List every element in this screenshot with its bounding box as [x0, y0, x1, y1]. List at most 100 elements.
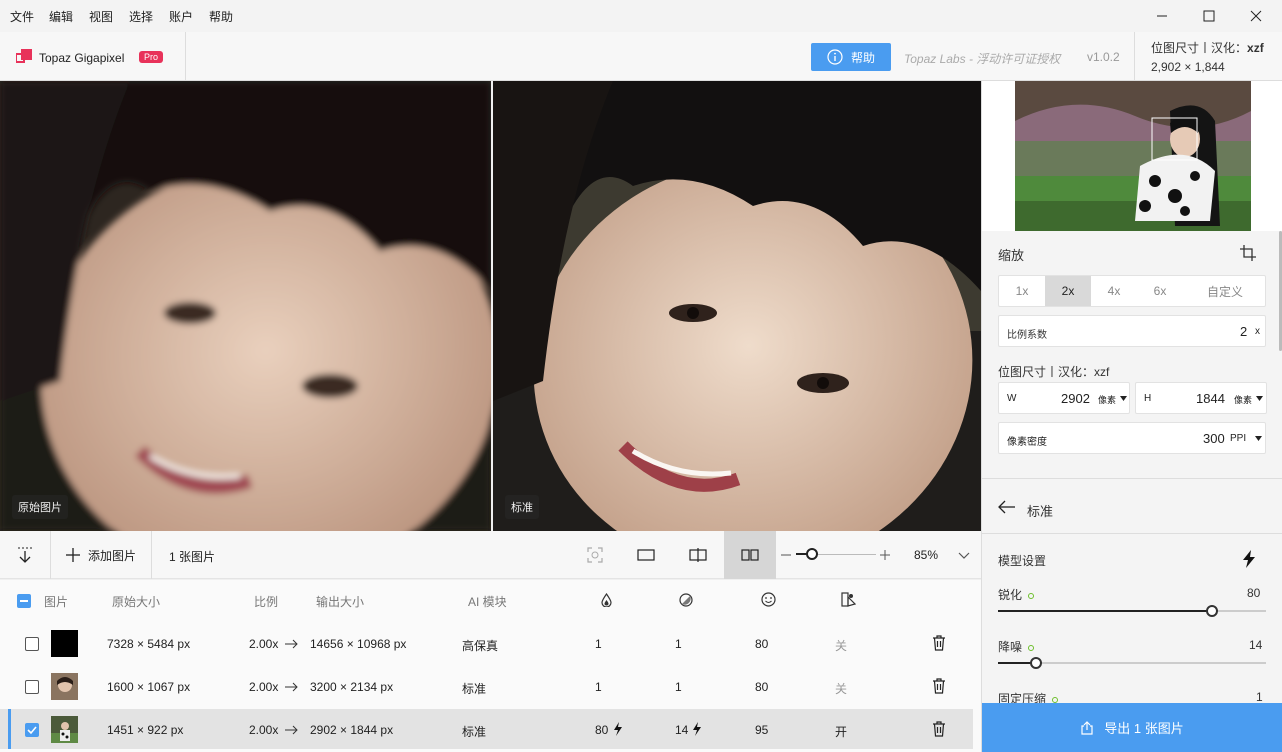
face-column-icon[interactable]: [761, 592, 776, 607]
dims-value: 2,902 × 1,844: [1151, 60, 1225, 74]
lightning-icon[interactable]: [1242, 550, 1256, 568]
share-icon: [1081, 720, 1093, 735]
enhanced-photo: [493, 81, 981, 531]
arrow-right-icon: [285, 682, 298, 692]
row-thumbnail: [51, 673, 78, 700]
denoise-column-icon[interactable]: [679, 593, 693, 607]
height-unit[interactable]: 像素: [1234, 393, 1252, 406]
row-ratio: 2.00x: [249, 680, 279, 694]
zoom-slider-knob[interactable]: [806, 548, 818, 560]
menu-help[interactable]: 帮助: [209, 8, 233, 25]
width-unit[interactable]: 像素: [1098, 393, 1116, 406]
model-title[interactable]: 标准: [1027, 501, 1053, 520]
denoise-slider-knob[interactable]: [1030, 657, 1042, 669]
row-checkbox[interactable]: [25, 637, 39, 651]
single-view-button[interactable]: [624, 531, 668, 579]
original-label: 原始图片: [12, 495, 68, 519]
scale-2x[interactable]: 2x: [1045, 276, 1091, 306]
row-checkbox[interactable]: [25, 680, 39, 694]
image-toolbar: 添加图片 1 张图片 85%: [0, 531, 981, 579]
row-denoise: 1: [675, 680, 682, 694]
scale-6x[interactable]: 6x: [1137, 276, 1183, 306]
width-field[interactable]: W 2902 像素: [998, 382, 1130, 414]
zoom-in-icon[interactable]: [879, 549, 891, 561]
minimize-icon: [1157, 15, 1167, 17]
col-ratio[interactable]: 比例: [254, 593, 278, 610]
trash-icon[interactable]: [932, 721, 946, 737]
original-image-panel[interactable]: 原始图片: [0, 81, 491, 531]
menu-select[interactable]: 选择: [129, 8, 153, 25]
table-row[interactable]: 7328 × 5484 px 2.00x 14656 × 10968 px 高保…: [0, 623, 973, 663]
menu-file[interactable]: 文件: [10, 8, 34, 25]
preview-image-panel[interactable]: 标准: [493, 81, 981, 531]
select-all-checkbox[interactable]: [17, 594, 31, 608]
scale-custom[interactable]: 自定义: [1183, 276, 1267, 306]
scale-selector: 1x 2x 4x 6x 自定义: [998, 275, 1266, 307]
image-count: 1 张图片: [169, 550, 216, 564]
trash-icon[interactable]: [932, 635, 946, 651]
trash-icon[interactable]: [932, 678, 946, 694]
row-original-size: 1451 × 922 px: [107, 723, 184, 737]
plus-icon: [65, 548, 80, 562]
import-button[interactable]: [0, 531, 50, 579]
col-ai-model[interactable]: AI 模块: [468, 593, 507, 610]
ppi-value: 300: [1203, 431, 1225, 446]
row-sharpen: 80: [595, 723, 609, 737]
crop-icon[interactable]: [1240, 245, 1256, 261]
menu-bar: 文件 编辑 视图 选择 账户 帮助: [0, 0, 1282, 32]
scale-factor-field[interactable]: 比例系数 2 x: [998, 315, 1266, 347]
menu-account[interactable]: 账户: [169, 8, 193, 25]
compression-value: 1: [1256, 690, 1263, 704]
close-button[interactable]: [1233, 0, 1279, 32]
toolbar-divider: [50, 531, 51, 579]
menu-view[interactable]: 视图: [89, 8, 113, 25]
sharpen-column-icon[interactable]: [600, 593, 613, 607]
denoise-status-dot: [1028, 644, 1035, 651]
dropdown-icon: [1255, 436, 1262, 441]
dimensions-label: 位图尺寸丨汉化：xzf: [998, 365, 1110, 379]
row-denoise: 14: [675, 723, 689, 737]
back-arrow-icon[interactable]: [998, 500, 1016, 514]
row-checkbox[interactable]: [25, 723, 39, 737]
maximize-button[interactable]: [1186, 0, 1232, 32]
navigator-thumbnail[interactable]: [1015, 81, 1251, 231]
sharpen-value: 80: [1247, 586, 1261, 600]
denoise-label-text: 降噪: [998, 640, 1023, 654]
side-by-side-button[interactable]: [724, 531, 776, 579]
col-output-size[interactable]: 输出大小: [316, 593, 364, 610]
lightning-icon: [614, 722, 622, 736]
help-button[interactable]: 帮助: [811, 43, 891, 71]
row-face: 80: [755, 637, 769, 651]
scale-1x[interactable]: 1x: [999, 276, 1045, 306]
denoise-value: 14: [1249, 638, 1263, 652]
ppi-unit[interactable]: PPI: [1230, 433, 1246, 444]
zoom-out-icon[interactable]: [780, 549, 792, 561]
arrow-right-icon: [285, 639, 298, 649]
export-button[interactable]: 导出 1 张图片: [982, 703, 1282, 752]
row-ratio: 2.00x: [249, 723, 279, 737]
row-original-size: 7328 × 5484 px: [107, 637, 191, 651]
row-thumbnail: [51, 716, 78, 743]
table-row[interactable]: 1600 × 1067 px 2.00x 3200 × 2134 px 标准 1…: [0, 666, 973, 706]
height-field[interactable]: H 1844 像素: [1135, 382, 1267, 414]
split-view-button[interactable]: [676, 531, 720, 579]
denoise-label: 降噪: [998, 638, 1035, 655]
face-switch-column-icon[interactable]: [841, 592, 856, 607]
scale-4x[interactable]: 4x: [1091, 276, 1137, 306]
sharpen-slider-knob[interactable]: [1206, 605, 1218, 617]
face-detect-button[interactable]: [573, 531, 617, 579]
ppi-label: 像素密度: [1007, 437, 1047, 448]
add-image-button[interactable]: 添加图片: [51, 531, 151, 579]
table-row-selected[interactable]: 1451 × 922 px 2.00x 2902 × 1844 px 标准 80…: [0, 709, 973, 749]
row-output-size: 2902 × 1844 px: [310, 723, 394, 737]
ppi-field[interactable]: 像素密度 300 PPI: [998, 422, 1266, 454]
split-view-icon: [689, 548, 707, 562]
sharpen-label: 锐化: [998, 586, 1035, 603]
col-original-size[interactable]: 原始大小: [112, 593, 160, 610]
menu-edit[interactable]: 编辑: [49, 8, 73, 25]
minimize-button[interactable]: [1139, 0, 1185, 32]
col-image[interactable]: 图片: [44, 593, 68, 610]
chevron-down-icon[interactable]: [958, 549, 970, 561]
selected-indicator: [8, 709, 11, 749]
row-ai-model: 高保真: [462, 639, 499, 653]
